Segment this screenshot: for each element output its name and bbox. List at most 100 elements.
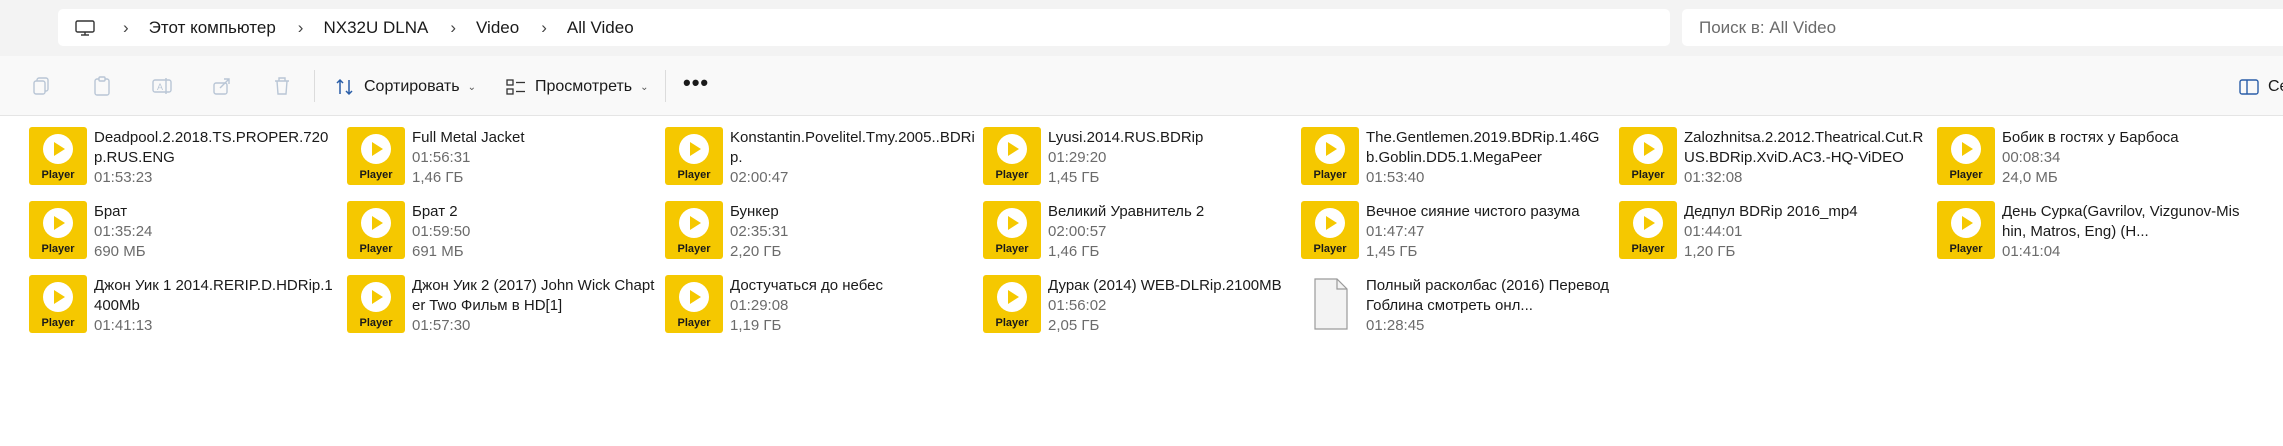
play-icon	[43, 134, 73, 164]
file-item[interactable]: Player Джон Уик 1 2014.RERIP.D.HDRip.1400…	[29, 275, 339, 341]
file-meta: Джон Уик 1 2014.RERIP.D.HDRip.1400Mb 01:4…	[94, 276, 339, 341]
play-triangle	[54, 290, 65, 304]
sort-icon	[334, 76, 356, 98]
thumbnail-label: Player	[359, 317, 393, 329]
video-thumbnail: Player	[1301, 127, 1359, 185]
file-name: Полный расколбас (2016) Перевод Гоблина …	[1366, 277, 1609, 314]
toolbar-divider	[314, 70, 315, 102]
chevron-right-icon: ›	[450, 17, 457, 37]
video-thumbnail: Player	[29, 275, 87, 333]
file-item[interactable]: Player Джон Уик 2 (2017) John Wick Chapte…	[347, 275, 657, 341]
play-triangle	[1326, 142, 1337, 156]
rename-icon[interactable]: A	[151, 75, 173, 97]
play-triangle	[1962, 142, 1973, 156]
share-icon[interactable]	[211, 75, 233, 97]
file-meta: Вечное сияние чистого разума 01:47:47 1,45…	[1366, 202, 1611, 267]
file-item[interactable]: Player The.Gentlemen.2019.BDRip.1.46Gb.Go…	[1301, 127, 1611, 193]
video-thumbnail: Player	[1619, 201, 1677, 259]
file-name: The.Gentlemen.2019.BDRip.1.46Gb.Goblin.D…	[1366, 129, 1600, 166]
file-duration: 01:53:23	[94, 169, 153, 186]
file-meta: Брат 2 01:59:50 691 МБ	[412, 202, 657, 267]
video-thumbnail: Player	[347, 275, 405, 333]
file-item[interactable]: Player Дурак (2014) WEB-DLRip.2100MB 01:56…	[983, 275, 1293, 341]
more-options-button[interactable]: •••	[683, 70, 709, 96]
file-item[interactable]: Player Брат 2 01:59:50 691 МБ	[347, 201, 657, 267]
file-item[interactable]: Player Вечное сияние чистого разума 01:47:…	[1301, 201, 1611, 267]
breadcrumb-all-video[interactable]: All Video	[567, 18, 634, 38]
file-item[interactable]: Player День Сурка(Gavrilov, Vizgunov-Mish…	[1937, 201, 2247, 267]
video-thumbnail: Player	[1937, 127, 1995, 185]
file-size: 1,45 ГБ	[1366, 243, 1418, 260]
sort-button[interactable]: Сортировать ⌄	[334, 74, 476, 100]
video-thumbnail: Player	[983, 275, 1041, 333]
thumbnail-label: Player	[677, 169, 711, 181]
file-item[interactable]: Player Брат 01:35:24 690 МБ	[29, 201, 339, 267]
breadcrumb-nx32u[interactable]: NX32U DLNA	[323, 18, 428, 38]
file-name: Konstantin.Povelitel.Tmy.2005..BDRip.	[730, 129, 975, 166]
play-triangle	[1644, 216, 1655, 230]
file-meta: День Сурка(Gavrilov, Vizgunov-Mishin, Ma…	[2002, 202, 2247, 267]
video-thumbnail: Player	[665, 275, 723, 333]
file-meta: Konstantin.Povelitel.Tmy.2005..BDRip. 02:…	[730, 128, 975, 193]
thumbnail-label: Player	[995, 243, 1029, 255]
thumbnail-label: Player	[677, 243, 711, 255]
file-name: День Сурка(Gavrilov, Vizgunov-Mishin, Ma…	[2002, 203, 2240, 240]
video-thumbnail: Player	[665, 201, 723, 259]
view-button[interactable]: Просмотреть ⌄	[505, 74, 649, 100]
thumbnail-label: Player	[1949, 169, 1983, 181]
file-size: 2,20 ГБ	[730, 243, 782, 260]
file-item[interactable]: Полный расколбас (2016) Перевод Гоблина …	[1301, 275, 1611, 341]
delete-icon[interactable]	[271, 75, 293, 97]
address-bar[interactable]: › Этот компьютер › NX32U DLNA › Video › …	[58, 9, 1670, 46]
play-icon	[1315, 134, 1345, 164]
file-name: Zalozhnitsa.2.2012.Theatrical.Cut.RUS.BD…	[1684, 129, 1924, 166]
details-pane-button[interactable]: Се	[2238, 74, 2283, 100]
play-triangle	[54, 142, 65, 156]
file-size: 690 МБ	[94, 243, 146, 260]
file-meta: Бункер 02:35:31 2,20 ГБ	[730, 202, 975, 267]
file-item[interactable]: Player Lyusi.2014.RUS.BDRip 01:29:20 1,45 Г…	[983, 127, 1293, 193]
file-item[interactable]: Player Достучаться до небес 01:29:08 1,19 Г…	[665, 275, 975, 341]
file-meta: Deadpool.2.2018.TS.PROPER.720p.RUS.ENG 01…	[94, 128, 339, 193]
file-name: Брат 2	[412, 203, 458, 220]
play-triangle	[690, 290, 701, 304]
file-meta: Дедпул BDRip 2016_mp4 01:44:01 1,20 ГБ	[1684, 202, 1929, 267]
play-icon	[1951, 208, 1981, 238]
play-triangle	[372, 142, 383, 156]
file-item[interactable]: Player Великий Уравнитель 2 02:00:57 1,46 Г…	[983, 201, 1293, 267]
file-duration: 01:28:45	[1366, 317, 1425, 334]
search-input[interactable]: Поиск в: All Video	[1682, 9, 2283, 46]
computer-icon[interactable]	[75, 19, 95, 36]
view-label: Просмотреть	[535, 78, 633, 95]
file-item[interactable]: Player Full Metal Jacket 01:56:31 1,46 ГБ	[347, 127, 657, 193]
breadcrumb-computer[interactable]: Этот компьютер	[149, 18, 276, 38]
copy-icon[interactable]	[31, 75, 53, 97]
play-icon	[43, 208, 73, 238]
file-name: Великий Уравнитель 2	[1048, 203, 1205, 220]
file-item[interactable]: Player Дедпул BDRip 2016_mp4 01:44:01 1,20 …	[1619, 201, 1929, 267]
file-item[interactable]: Player Konstantin.Povelitel.Tmy.2005..BDR…	[665, 127, 975, 193]
file-name: Full Metal Jacket	[412, 129, 525, 146]
play-icon	[997, 134, 1027, 164]
file-name: Deadpool.2.2018.TS.PROPER.720p.RUS.ENG	[94, 129, 329, 166]
file-meta: Брат 01:35:24 690 МБ	[94, 202, 339, 267]
file-duration: 01:32:08	[1684, 169, 1743, 186]
breadcrumb-video[interactable]: Video	[476, 18, 519, 38]
file-item[interactable]: Player Бункер 02:35:31 2,20 ГБ	[665, 201, 975, 267]
file-item[interactable]: Player Zalozhnitsa.2.2012.Theatrical.Cut.…	[1619, 127, 1929, 193]
play-triangle	[690, 142, 701, 156]
chevron-right-icon: ›	[123, 17, 129, 37]
file-item[interactable]: Player Бобик в гостях у Барбоса 00:08:34 24…	[1937, 127, 2247, 193]
paste-icon[interactable]	[91, 75, 113, 97]
file-duration: 01:59:50	[412, 223, 471, 240]
file-name: Дедпул BDRip 2016_mp4	[1684, 203, 1858, 220]
thumbnail-label: Player	[41, 317, 75, 329]
thumbnail-label: Player	[1631, 169, 1665, 181]
play-icon	[361, 208, 391, 238]
file-name: Джон Уик 2 (2017) John Wick Chapter Two …	[412, 277, 655, 314]
file-duration: 01:44:01	[1684, 223, 1743, 240]
address-row: › Этот компьютер › NX32U DLNA › Video › …	[0, 0, 2283, 56]
play-icon	[1633, 134, 1663, 164]
file-name: Брат	[94, 203, 128, 220]
file-item[interactable]: Player Deadpool.2.2018.TS.PROPER.720p.RUS…	[29, 127, 339, 193]
